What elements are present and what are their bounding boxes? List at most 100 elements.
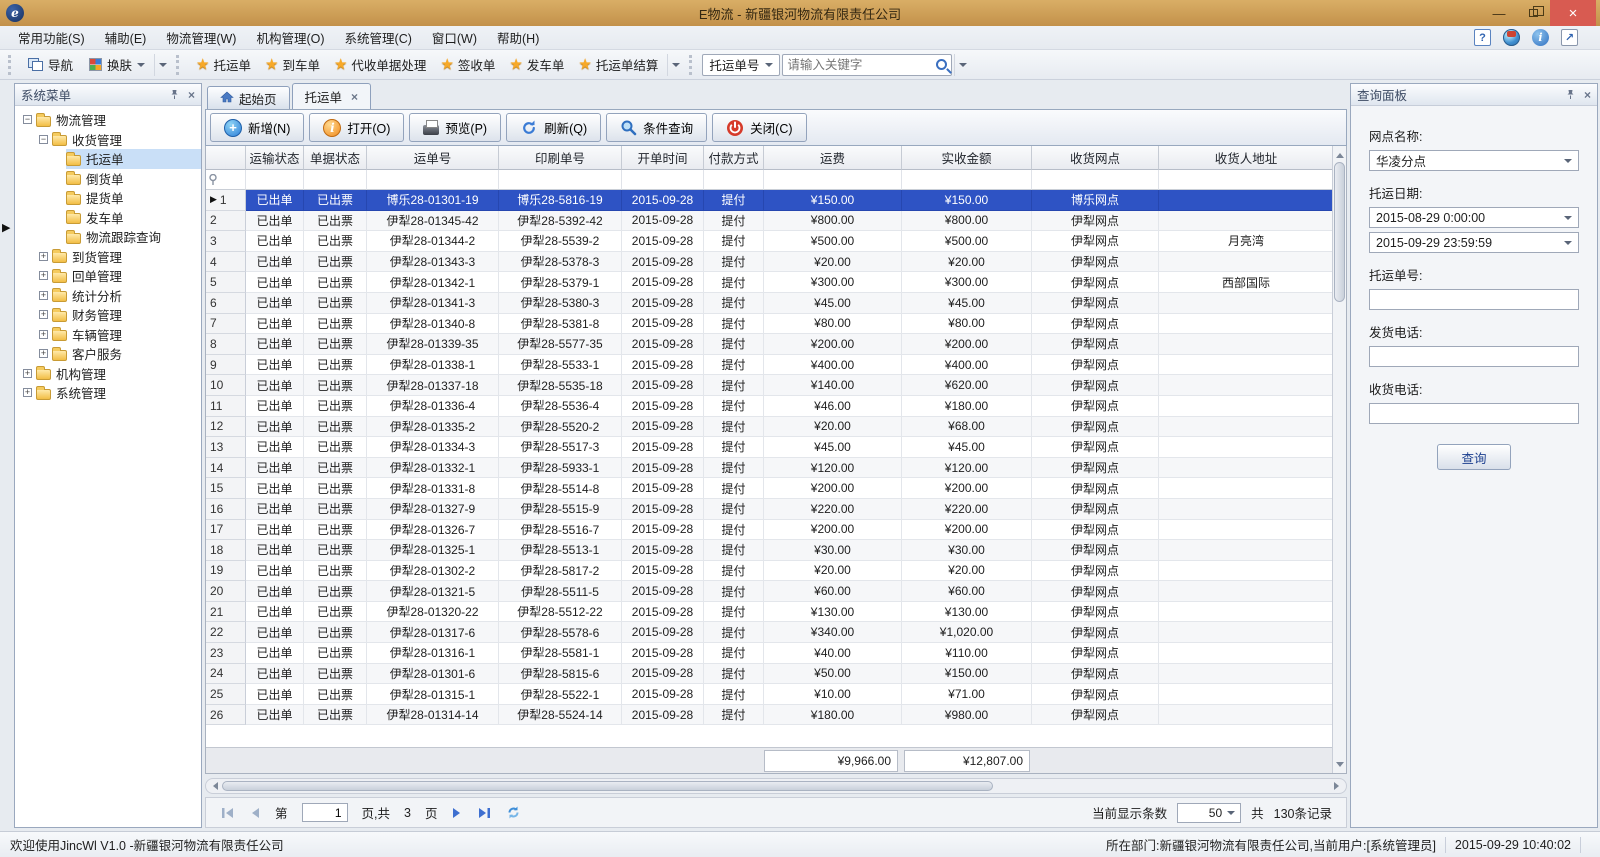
dropdown[interactable]: 2015-09-29 23:59:59 xyxy=(1369,232,1579,253)
table-row[interactable]: 17已出单已出票伊犁28-01326-7伊犁28-5516-72015-09-2… xyxy=(206,520,1332,541)
close-button[interactable]: × xyxy=(1550,0,1596,26)
column-header[interactable]: 运单号 xyxy=(367,146,499,170)
tree-item[interactable]: −物流管理 xyxy=(15,110,201,130)
expand-icon[interactable]: + xyxy=(39,310,48,319)
toolbar-overflow-button[interactable] xyxy=(154,54,170,76)
preview-button[interactable]: 预览(P) xyxy=(409,113,501,142)
filter-cell[interactable] xyxy=(704,170,764,190)
table-row[interactable]: 16已出单已出票伊犁28-01327-9伊犁28-5515-92015-09-2… xyxy=(206,499,1332,520)
select-all-header[interactable] xyxy=(206,146,246,170)
vertical-scrollbar[interactable] xyxy=(1332,146,1346,773)
table-row[interactable]: 11已出单已出票伊犁28-01336-4伊犁28-5536-42015-09-2… xyxy=(206,396,1332,417)
tree-item[interactable]: 发车单 xyxy=(15,208,201,228)
close-button[interactable]: 关闭(C) xyxy=(712,113,806,142)
filter-cell[interactable] xyxy=(367,170,499,190)
expand-icon[interactable]: + xyxy=(39,271,48,280)
search-icon[interactable] xyxy=(936,59,947,70)
prev-page-button[interactable] xyxy=(249,807,261,819)
column-header[interactable]: 运输状态 xyxy=(246,146,304,170)
table-row[interactable]: 12已出单已出票伊犁28-01335-2伊犁28-5520-22015-09-2… xyxy=(206,417,1332,438)
favorite-button[interactable]: ★代收单据处理 xyxy=(327,52,433,77)
menu-item[interactable]: 系统管理(C) xyxy=(335,26,422,49)
favorite-button[interactable]: ★签收单 xyxy=(433,52,502,77)
tree-item[interactable]: +到货管理 xyxy=(15,247,201,267)
filter-cell[interactable] xyxy=(764,170,902,190)
table-row[interactable]: 4已出单已出票伊犁28-01343-3伊犁28-5378-32015-09-28… xyxy=(206,252,1332,273)
search-button[interactable]: 条件查询 xyxy=(606,113,707,142)
scroll-left-icon[interactable] xyxy=(209,782,218,790)
expand-icon[interactable]: + xyxy=(39,349,48,358)
column-header[interactable]: 运费 xyxy=(764,146,902,170)
table-row[interactable]: 18已出单已出票伊犁28-01325-1伊犁28-5513-12015-09-2… xyxy=(206,540,1332,561)
favorite-button[interactable]: ★发车单 xyxy=(502,52,571,77)
refresh-button[interactable]: 刷新(Q) xyxy=(506,113,601,142)
minimize-button[interactable]: — xyxy=(1482,0,1516,26)
table-row[interactable]: 2已出单已出票伊犁28-01345-42伊犁28-5392-422015-09-… xyxy=(206,211,1332,232)
filter-cell[interactable] xyxy=(1032,170,1159,190)
tab-start[interactable]: 起始页 xyxy=(207,86,290,109)
page-size-dropdown[interactable]: 50 xyxy=(1177,803,1241,823)
tree-item[interactable]: 物流跟踪查询 xyxy=(15,227,201,247)
tree-item[interactable]: +回单管理 xyxy=(15,266,201,286)
scrollbar-thumb[interactable] xyxy=(222,781,993,791)
toolbar-gripper[interactable] xyxy=(689,55,696,75)
table-row[interactable]: 8已出单已出票伊犁28-01339-35伊犁28-5577-352015-09-… xyxy=(206,334,1332,355)
close-icon[interactable]: × xyxy=(1584,88,1591,102)
close-icon[interactable]: × xyxy=(188,88,195,102)
scroll-right-icon[interactable] xyxy=(1334,782,1343,790)
column-header[interactable]: 付款方式 xyxy=(704,146,764,170)
expand-icon[interactable]: + xyxy=(39,291,48,300)
dropdown[interactable]: 华凌分点 xyxy=(1369,150,1579,171)
tree-item[interactable]: −收货管理 xyxy=(15,130,201,150)
table-row[interactable]: 10已出单已出票伊犁28-01337-18伊犁28-5535-182015-09… xyxy=(206,375,1332,396)
table-row[interactable]: 26已出单已出票伊犁28-01314-14伊犁28-5524-142015-09… xyxy=(206,705,1332,726)
favorite-button[interactable]: ★到车单 xyxy=(258,52,327,77)
tree-item[interactable]: +财务管理 xyxy=(15,305,201,325)
menu-item[interactable]: 机构管理(O) xyxy=(246,26,334,49)
table-row[interactable]: 23已出单已出票伊犁28-01316-1伊犁28-5581-12015-09-2… xyxy=(206,643,1332,664)
column-header[interactable]: 收货网点 xyxy=(1032,146,1159,170)
menu-item[interactable]: 常用功能(S) xyxy=(8,26,95,49)
column-header[interactable]: 实收金额 xyxy=(902,146,1032,170)
refresh-page-icon[interactable] xyxy=(506,805,521,820)
tab-close-icon[interactable]: × xyxy=(351,90,358,104)
column-header[interactable]: 收货人地址 xyxy=(1159,146,1332,170)
table-row[interactable]: 5已出单已出票伊犁28-01342-1伊犁28-5379-12015-09-28… xyxy=(206,272,1332,293)
search-overflow-button[interactable] xyxy=(954,54,970,76)
tree-item[interactable]: +车辆管理 xyxy=(15,325,201,345)
table-row[interactable]: 24已出单已出票伊犁28-01301-6伊犁28-5815-62015-09-2… xyxy=(206,664,1332,685)
dropdown[interactable]: 2015-08-29 0:00:00 xyxy=(1369,207,1579,228)
filter-cell[interactable] xyxy=(1159,170,1332,190)
table-row[interactable]: 15已出单已出票伊犁28-01331-8伊犁28-5514-82015-09-2… xyxy=(206,478,1332,499)
collapse-icon[interactable]: − xyxy=(39,135,48,144)
query-button[interactable]: 查询 xyxy=(1437,444,1511,470)
table-row[interactable]: 21已出单已出票伊犁28-01320-22伊犁28-5512-222015-09… xyxy=(206,602,1332,623)
favorite-button[interactable]: ★托运单结算 xyxy=(571,52,665,77)
collapse-icon[interactable]: − xyxy=(23,115,32,124)
menu-item[interactable]: 窗口(W) xyxy=(422,26,487,49)
filter-cell[interactable] xyxy=(622,170,704,190)
search-category-dropdown[interactable]: 托运单号 xyxy=(702,54,780,76)
tab-active[interactable]: 托运单× xyxy=(292,83,372,109)
table-row[interactable]: 13已出单已出票伊犁28-01334-3伊犁28-5517-32015-09-2… xyxy=(206,437,1332,458)
tree-item[interactable]: 提货单 xyxy=(15,188,201,208)
table-row[interactable]: 20已出单已出票伊犁28-01321-5伊犁28-5511-52015-09-2… xyxy=(206,581,1332,602)
table-row[interactable]: 3已出单已出票伊犁28-01344-2伊犁28-5539-22015-09-28… xyxy=(206,231,1332,252)
table-row[interactable]: 22已出单已出票伊犁28-01317-6伊犁28-5578-62015-09-2… xyxy=(206,622,1332,643)
maximize-button[interactable] xyxy=(1516,0,1550,26)
table-row[interactable]: 14已出单已出票伊犁28-01332-1伊犁28-5933-12015-09-2… xyxy=(206,458,1332,479)
page-number-input[interactable] xyxy=(302,803,348,822)
toolbar-gripper[interactable] xyxy=(176,55,183,75)
navigation-button[interactable]: 导航 xyxy=(21,52,80,77)
column-header[interactable]: 单据状态 xyxy=(304,146,367,170)
column-header[interactable]: 开单时间 xyxy=(622,146,704,170)
expand-icon[interactable]: + xyxy=(23,369,32,378)
toolbar-gripper[interactable] xyxy=(8,55,15,75)
pin-icon[interactable] xyxy=(1565,89,1576,100)
skin-button[interactable]: 换肤 xyxy=(82,52,152,77)
column-header[interactable]: 印刷单号 xyxy=(499,146,622,170)
text-input[interactable] xyxy=(1369,403,1579,424)
horizontal-scrollbar[interactable] xyxy=(205,778,1347,794)
scrollbar-thumb[interactable] xyxy=(1334,162,1345,302)
favorites-overflow-button[interactable] xyxy=(667,54,683,76)
